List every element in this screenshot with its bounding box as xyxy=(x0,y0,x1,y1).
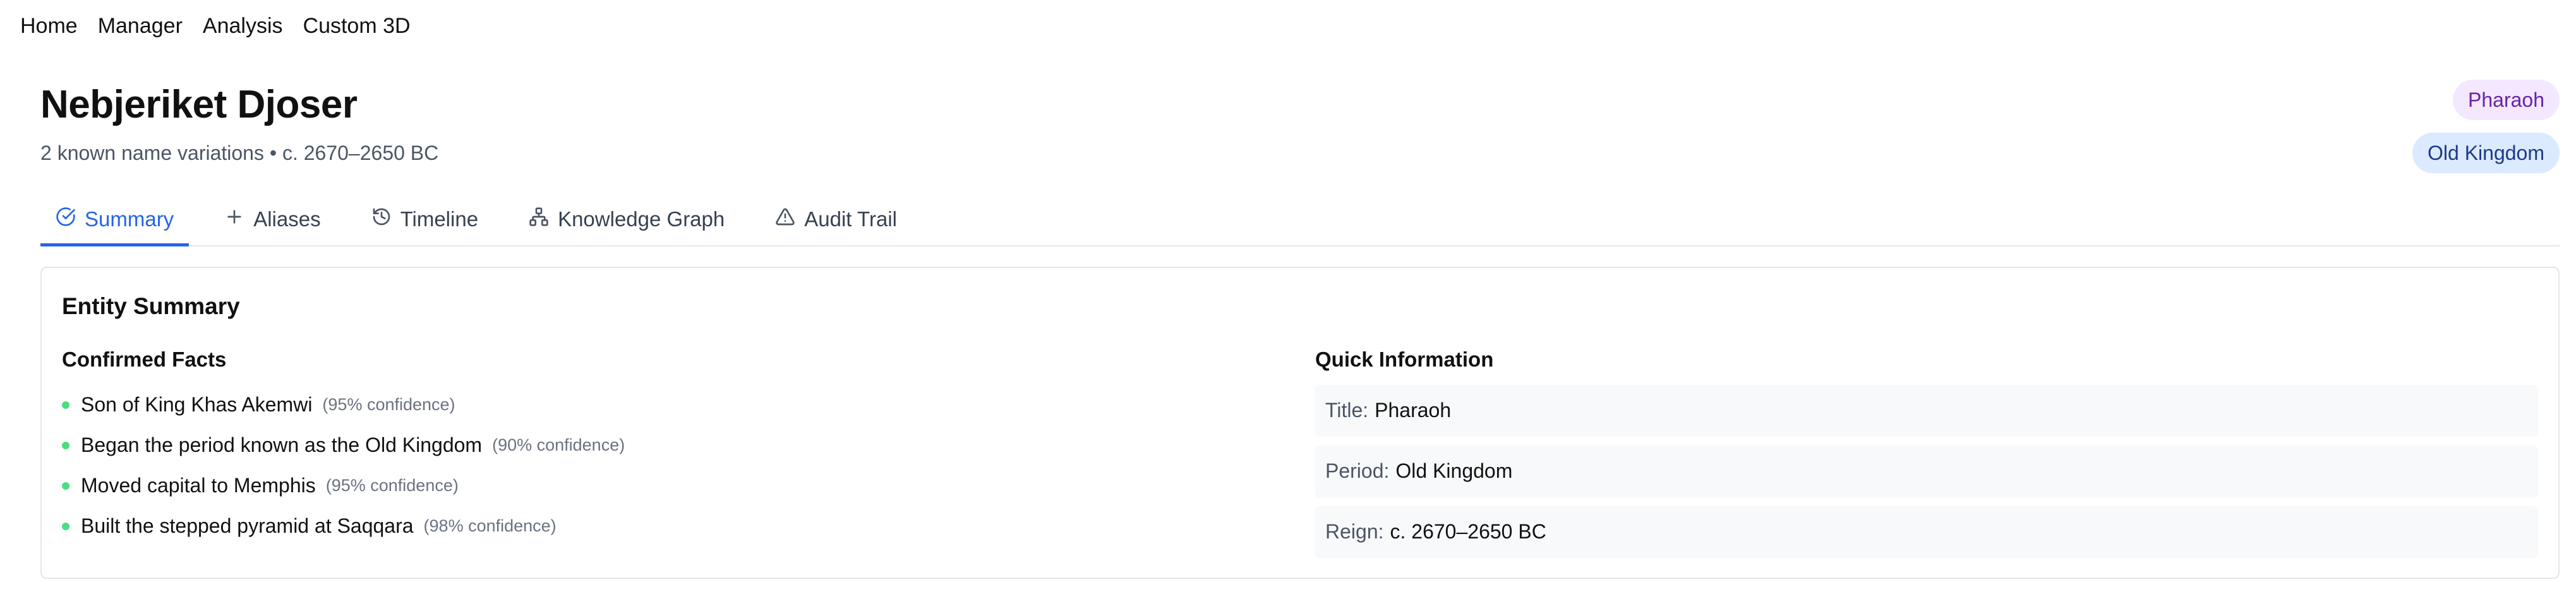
entity-header: Nebjeriket Djoser 2 known name variation… xyxy=(40,76,2560,177)
card-title: Entity Summary xyxy=(62,293,240,319)
tab-aliases-label: Aliases xyxy=(253,207,321,231)
fact-text: Built the stepped pyramid at Saqqara xyxy=(81,514,414,538)
title-badge: Pharaoh xyxy=(2453,80,2560,120)
tab-summary-label: Summary xyxy=(85,207,174,231)
entity-title: Nebjeriket Djoser xyxy=(40,83,358,126)
network-icon xyxy=(529,207,549,232)
info-label: Period: xyxy=(1325,459,1390,483)
plus-icon xyxy=(224,207,244,232)
bullet-dot-icon xyxy=(62,522,69,530)
warning-icon xyxy=(775,207,795,232)
top-nav: Home Manager Analysis Custom 3D xyxy=(20,13,411,39)
tab-bar: Summary Aliases Timeline Knowledge Graph… xyxy=(40,193,2560,246)
tab-knowledge-graph[interactable]: Knowledge Graph xyxy=(514,193,740,245)
info-row-period: Period: Old Kingdom xyxy=(1315,445,2538,497)
fact-confidence: (90% confidence) xyxy=(492,435,625,455)
nav-home-link[interactable]: Home xyxy=(20,14,78,39)
fact-item: Built the stepped pyramid at Saqqara (98… xyxy=(62,506,1262,547)
fact-text: Son of King Khas Akemwi xyxy=(81,393,313,416)
quick-information-title: Quick Information xyxy=(1315,348,1494,371)
entity-subtitle: 2 known name variations • c. 2670–2650 B… xyxy=(40,142,439,164)
info-value: c. 2670–2650 BC xyxy=(1390,520,1546,543)
entity-summary-card: Entity Summary Confirmed Facts Son of Ki… xyxy=(40,267,2560,579)
fact-confidence: (95% confidence) xyxy=(322,395,455,415)
tab-audit-trail[interactable]: Audit Trail xyxy=(760,193,912,245)
confirmed-facts-title: Confirmed Facts xyxy=(62,348,227,371)
tab-aliases[interactable]: Aliases xyxy=(209,193,335,245)
info-value: Pharaoh xyxy=(1375,399,1452,422)
fact-confidence: (98% confidence) xyxy=(423,516,557,536)
fact-text: Began the period known as the Old Kingdo… xyxy=(81,434,483,457)
tab-summary[interactable]: Summary xyxy=(40,193,190,246)
fact-item: Began the period known as the Old Kingdo… xyxy=(62,425,1262,466)
tab-timeline[interactable]: Timeline xyxy=(356,193,493,245)
bullet-dot-icon xyxy=(62,441,69,449)
history-icon xyxy=(371,207,392,232)
nav-manager-link[interactable]: Manager xyxy=(98,14,183,39)
info-label: Reign: xyxy=(1325,520,1384,543)
info-value: Old Kingdom xyxy=(1395,459,1513,483)
period-badge: Old Kingdom xyxy=(2412,133,2560,173)
nav-custom-3d-link[interactable]: Custom 3D xyxy=(303,14,411,39)
bullet-dot-icon xyxy=(62,482,69,490)
tab-timeline-label: Timeline xyxy=(400,207,479,231)
check-circle-icon xyxy=(56,207,76,232)
fact-text: Moved capital to Memphis xyxy=(81,474,316,497)
facts-list: Son of King Khas Akemwi (95% confidence)… xyxy=(62,385,1262,547)
quick-information-section: Quick Information Title: Pharaoh Period:… xyxy=(1315,346,2538,567)
fact-item: Son of King Khas Akemwi (95% confidence) xyxy=(62,385,1262,425)
tab-audit-trail-label: Audit Trail xyxy=(804,207,897,231)
info-row-title: Title: Pharaoh xyxy=(1315,384,2538,437)
info-row-reign: Reign: c. 2670–2650 BC xyxy=(1315,506,2538,558)
confirmed-facts-section: Confirmed Facts Son of King Khas Akemwi … xyxy=(62,346,1262,547)
tab-knowledge-graph-label: Knowledge Graph xyxy=(558,207,725,231)
nav-analysis-link[interactable]: Analysis xyxy=(203,14,283,39)
bullet-dot-icon xyxy=(62,401,69,409)
fact-confidence: (95% confidence) xyxy=(325,476,459,495)
badge-group: Pharaoh Old Kingdom xyxy=(2412,80,2560,173)
info-label: Title: xyxy=(1325,399,1369,422)
fact-item: Moved capital to Memphis (95% confidence… xyxy=(62,466,1262,506)
